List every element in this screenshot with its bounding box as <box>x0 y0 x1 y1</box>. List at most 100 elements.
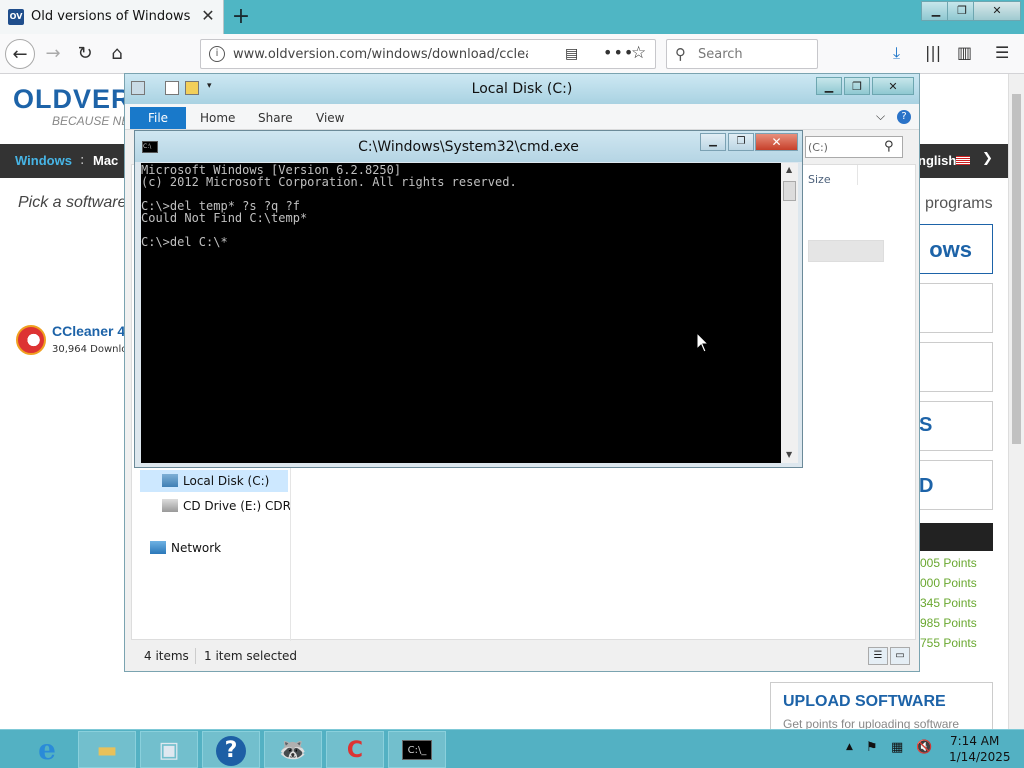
large-icons-view-icon[interactable]: ▭ <box>890 647 910 665</box>
flag-icon[interactable]: ⚑ <box>866 740 878 755</box>
chevron-down-icon[interactable]: ❯ <box>982 151 993 166</box>
browser-close-button[interactable]: ✕ <box>973 1 1021 21</box>
search-input[interactable]: ⚲ Search <box>666 39 818 69</box>
forward-button[interactable]: → <box>38 39 68 69</box>
explorer-status-bar: 4 items 1 item selected ☰ ▭ <box>125 644 919 670</box>
sidebar-box[interactable]: S <box>918 401 993 451</box>
reader-view-icon[interactable]: ▤ <box>565 46 578 62</box>
nav-item-local-disk[interactable]: Local Disk (C:) <box>140 470 288 492</box>
control-panel-taskbar-icon[interactable]: ▣ <box>140 731 198 768</box>
page-scrollbar[interactable] <box>1008 74 1024 729</box>
ccleaner-icon[interactable] <box>16 325 46 355</box>
sidebar-box[interactable] <box>918 283 993 333</box>
cmd-scrollbar[interactable]: ▲ ▼ <box>781 163 798 463</box>
browser-tab[interactable]: OV Old versions of Windows, Mac ✕ <box>0 0 224 34</box>
site-info-icon[interactable]: i <box>209 46 225 62</box>
pick-software-heading: Pick a software <box>18 194 127 211</box>
site-logo[interactable]: OLDVER <box>13 84 132 115</box>
volume-muted-icon[interactable]: 🔇 <box>916 740 932 755</box>
search-placeholder: Search <box>698 47 743 62</box>
cmd-console-area[interactable]: Microsoft Windows [Version 6.2.8250] (c)… <box>141 163 781 463</box>
cmd-maximize-button[interactable]: ❐ <box>728 133 754 151</box>
ccleaner-taskbar-icon[interactable]: C <box>326 731 384 768</box>
explorer-minimize-button[interactable]: ▁ <box>816 77 842 95</box>
ribbon-tab-file[interactable]: File <box>130 107 186 129</box>
sidebar-partial-text: D <box>919 475 934 497</box>
selected-file-row[interactable] <box>808 240 884 262</box>
windows-taskbar: e ▬ ▣ ? 🦝 C C:\_ ▲ ⚑ ▦ 🔇 7:14 AM 1/14/20… <box>0 729 1024 768</box>
explorer-title-bar[interactable]: ▾ Local Disk (C:) ▁ ❐ ✕ <box>125 74 919 104</box>
cmd-output-text[interactable]: Microsoft Windows [Version 6.2.8250] (c)… <box>141 164 517 248</box>
nav-item-cd-drive[interactable]: CD Drive (E:) CDROM <box>162 495 290 517</box>
mouse-cursor-icon <box>696 331 710 353</box>
menu-hamburger-icon[interactable]: ☰ <box>995 43 1009 62</box>
library-icon[interactable]: ||| <box>925 43 941 62</box>
clock-time[interactable]: 7:14 AM <box>950 734 999 748</box>
featured-software-name[interactable]: CCleaner 4 <box>52 323 125 339</box>
cmd-taskbar-label: C:\_ <box>402 740 432 760</box>
cmd-close-button[interactable]: ✕ <box>755 133 798 151</box>
home-icon[interactable]: ⌂ <box>102 39 132 69</box>
sidebar-box[interactable]: D <box>918 460 993 510</box>
raccoon-app-taskbar-icon[interactable]: 🦝 <box>264 731 322 768</box>
bookmark-star-icon[interactable]: ☆ <box>631 43 646 63</box>
cmd-scrollbar-thumb[interactable] <box>783 181 796 201</box>
scroll-down-arrow-icon[interactable]: ▼ <box>786 450 792 459</box>
file-explorer-taskbar-icon[interactable]: ▬ <box>78 731 136 768</box>
points-entry: 755 Points <box>920 636 977 650</box>
nav-mac-link[interactable]: Mac <box>93 153 118 168</box>
cmd-taskbar-icon[interactable]: C:\_ <box>388 731 446 768</box>
nav-item-label: Network <box>171 541 222 555</box>
windows-category-badge[interactable]: ows <box>918 224 993 274</box>
nav-item-network[interactable]: Network <box>150 537 221 559</box>
reload-button[interactable]: ↻ <box>70 39 100 69</box>
details-view-icon[interactable]: ☰ <box>868 647 888 665</box>
points-entry: 000 Points <box>920 576 977 590</box>
points-entry: 345 Points <box>920 596 977 610</box>
url-text[interactable]: www.oldversion.com/windows/download/ccle… <box>233 47 528 62</box>
address-bar[interactable]: i www.oldversion.com/windows/download/cc… <box>200 39 656 69</box>
downloads-icon[interactable]: ⤓ <box>893 43 900 63</box>
sidebar-partial-text: S <box>919 414 933 436</box>
new-tab-button[interactable]: + <box>228 4 254 30</box>
sidebar-icon[interactable]: ▥ <box>957 43 972 62</box>
tray-overflow-icon[interactable]: ▲ <box>846 742 853 752</box>
internet-explorer-taskbar-icon[interactable]: e <box>18 731 76 768</box>
tab-close-icon[interactable]: ✕ <box>198 6 218 26</box>
help-icon[interactable]: ? <box>897 110 911 124</box>
ribbon-tab-home[interactable]: Home <box>200 111 235 125</box>
page-actions-icon[interactable]: ••• <box>603 43 634 62</box>
network-tray-icon[interactable]: ▦ <box>891 740 903 755</box>
column-separator[interactable] <box>857 165 858 185</box>
ribbon-expand-chevron-icon[interactable]: ⌵ <box>876 109 885 124</box>
cd-drive-icon <box>162 499 178 512</box>
nav-item-label: CD Drive (E:) CDROM <box>183 499 290 513</box>
ribbon-tab-view[interactable]: View <box>316 111 344 125</box>
cmd-title-bar[interactable]: C:\ C:\Windows\System32\cmd.exe ▁ ❐ ✕ <box>135 131 802 162</box>
explorer-search-placeholder: (C:) <box>808 141 828 154</box>
back-button[interactable]: ← <box>5 39 35 69</box>
upload-subtitle: Get points for uploading software <box>783 717 960 729</box>
ribbon-tab-share[interactable]: Share <box>258 111 293 125</box>
explorer-maximize-button[interactable]: ❐ <box>844 77 870 95</box>
cmd-minimize-button[interactable]: ▁ <box>700 133 726 151</box>
command-prompt-window[interactable]: C:\ C:\Windows\System32\cmd.exe ▁ ❐ ✕ Mi… <box>134 130 803 468</box>
explorer-close-button[interactable]: ✕ <box>872 77 914 95</box>
nav-separator: : <box>80 153 85 168</box>
sidebar-box[interactable] <box>918 342 993 392</box>
network-icon <box>150 541 166 554</box>
us-flag-icon <box>956 156 970 165</box>
points-entry: 005 Points <box>920 556 977 570</box>
search-icon: ⚲ <box>675 45 686 63</box>
help-taskbar-icon[interactable]: ? <box>202 731 260 768</box>
nav-windows-link[interactable]: Windows <box>15 153 72 168</box>
scroll-up-arrow-icon[interactable]: ▲ <box>786 165 792 174</box>
site-favicon-icon: OV <box>8 9 24 25</box>
explorer-search-input[interactable]: (C:) ⚲ <box>805 136 903 158</box>
page-scrollbar-thumb[interactable] <box>1012 94 1021 444</box>
column-header-size[interactable]: Size <box>808 173 831 186</box>
upload-title[interactable]: UPLOAD SOFTWARE <box>783 693 946 711</box>
clock-date[interactable]: 1/14/2025 <box>949 750 1011 764</box>
upload-software-box[interactable]: UPLOAD SOFTWARE Get points for uploading… <box>770 682 993 729</box>
language-selector[interactable]: nglish <box>918 153 956 168</box>
